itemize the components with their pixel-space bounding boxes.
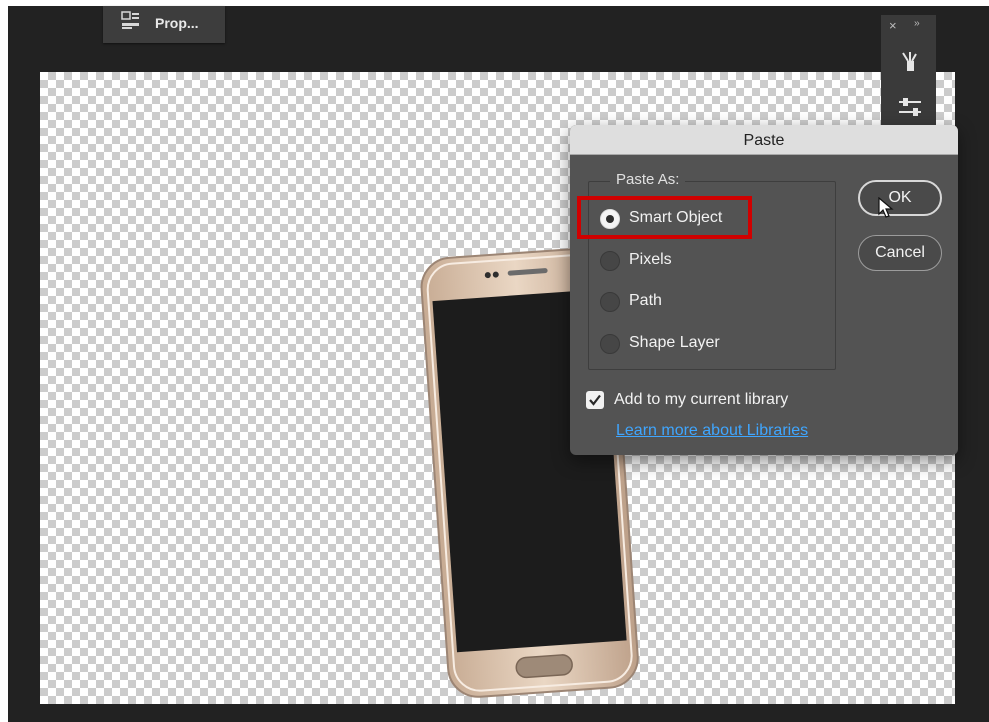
radio-label: Shape Layer <box>629 334 720 351</box>
collapse-panels-icon[interactable]: ›› <box>914 18 920 29</box>
close-icon[interactable]: × <box>889 18 897 33</box>
learn-more-libraries-link[interactable]: Learn more about Libraries <box>616 422 808 440</box>
adjustments-sliders-icon[interactable] <box>898 97 922 117</box>
checkmark-icon <box>589 394 601 406</box>
radio-label: Path <box>629 292 662 309</box>
properties-panel-label: Prop... <box>155 15 199 31</box>
add-to-library-label[interactable]: Add to my current library <box>614 391 788 409</box>
radio-button[interactable] <box>600 334 620 354</box>
dialog-titlebar[interactable]: Paste <box>570 125 958 155</box>
radio-button[interactable] <box>600 292 620 312</box>
collapsed-panel-dock: × ›› <box>881 15 936 130</box>
red-highlight-box <box>577 196 752 239</box>
radio-label: Pixels <box>629 251 672 268</box>
paste-as-label: Paste As: <box>610 171 686 188</box>
radio-button[interactable] <box>600 251 620 271</box>
properties-panel-tab[interactable]: Prop... <box>103 6 225 43</box>
brush-icon[interactable] <box>898 51 920 73</box>
dialog-title: Paste <box>743 132 785 149</box>
add-to-library-checkbox[interactable] <box>586 391 604 409</box>
properties-icon <box>121 11 139 29</box>
mouse-cursor-icon <box>878 197 894 218</box>
ok-button[interactable]: OK <box>858 180 942 216</box>
cancel-button[interactable]: Cancel <box>858 235 942 271</box>
paste-dialog: Paste Paste As: Smart Object Pixels Path… <box>570 125 958 455</box>
